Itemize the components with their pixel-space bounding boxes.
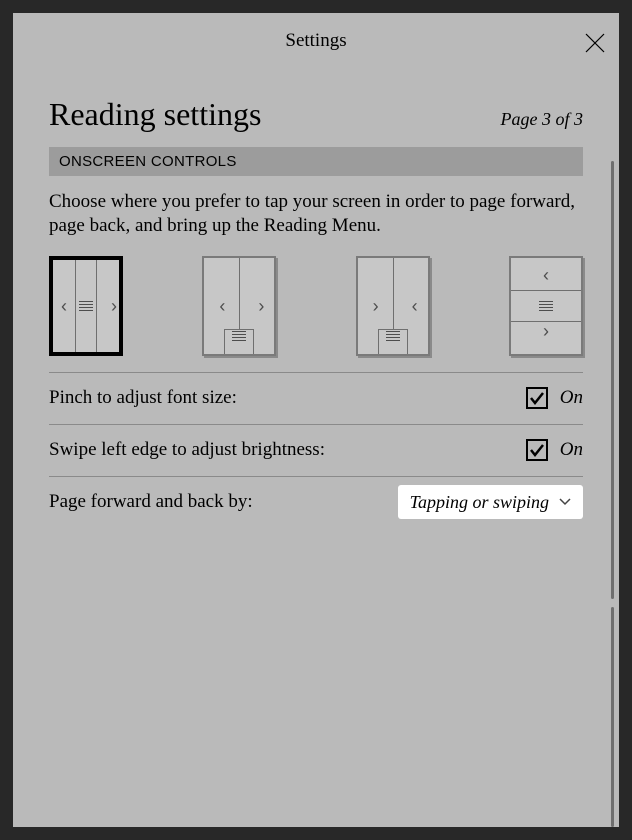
header: Settings — [13, 13, 619, 68]
check-icon — [528, 389, 546, 407]
title-row: Reading settings Page 3 of 3 — [49, 68, 583, 147]
scrollbar-thumb[interactable] — [611, 161, 614, 599]
row-pinch-font-size: Pinch to adjust font size: On — [49, 372, 583, 424]
chevron-right-icon: › — [111, 297, 117, 315]
section-header: ONSCREEN CONTROLS — [49, 147, 583, 176]
scrollbar-thumb[interactable] — [611, 607, 614, 827]
header-title: Settings — [285, 30, 346, 52]
row-label: Swipe left edge to adjust brightness: — [49, 439, 325, 461]
chevron-left-icon: ‹ — [219, 297, 225, 315]
close-icon — [583, 31, 607, 55]
menu-icon — [79, 299, 93, 313]
layout-option-3[interactable]: › ‹ — [356, 256, 430, 356]
chevron-right-icon: › — [258, 297, 264, 315]
chevron-left-icon: ‹ — [543, 266, 549, 284]
layout-option-4[interactable]: ‹ › — [509, 256, 583, 356]
scrollbar[interactable] — [611, 161, 614, 827]
dropdown-value: Tapping or swiping — [410, 492, 549, 513]
row-page-forward-method: Page forward and back by: Tapping or swi… — [49, 476, 583, 528]
row-label: Pinch to adjust font size: — [49, 387, 237, 409]
section-description: Choose where you prefer to tap your scre… — [49, 176, 583, 256]
menu-icon — [386, 329, 400, 343]
layout-option-1[interactable]: ‹ › — [49, 256, 123, 356]
chevron-right-icon: › — [373, 297, 379, 315]
checkbox-swipe[interactable] — [526, 439, 548, 461]
page-title: Reading settings — [49, 96, 261, 133]
layout-option-2[interactable]: ‹ › — [202, 256, 276, 356]
close-button[interactable] — [583, 31, 607, 55]
checkbox-pinch[interactable] — [526, 387, 548, 409]
checkbox-state: On — [560, 439, 583, 461]
row-label: Page forward and back by: — [49, 491, 253, 513]
chevron-left-icon: ‹ — [61, 297, 67, 315]
check-icon — [528, 441, 546, 459]
layout-options: ‹ › ‹ › › ‹ — [49, 256, 583, 372]
chevron-right-icon: › — [543, 322, 549, 340]
checkbox-state: On — [560, 387, 583, 409]
menu-icon — [539, 299, 553, 313]
content: Reading settings Page 3 of 3 ONSCREEN CO… — [13, 68, 619, 528]
chevron-down-icon — [559, 498, 571, 506]
settings-panel: Settings Reading settings Page 3 of 3 ON… — [13, 13, 619, 827]
menu-icon — [232, 329, 246, 343]
chevron-left-icon: ‹ — [412, 297, 418, 315]
page-indicator: Page 3 of 3 — [501, 109, 584, 130]
page-method-dropdown[interactable]: Tapping or swiping — [398, 485, 583, 519]
row-swipe-brightness: Swipe left edge to adjust brightness: On — [49, 424, 583, 476]
